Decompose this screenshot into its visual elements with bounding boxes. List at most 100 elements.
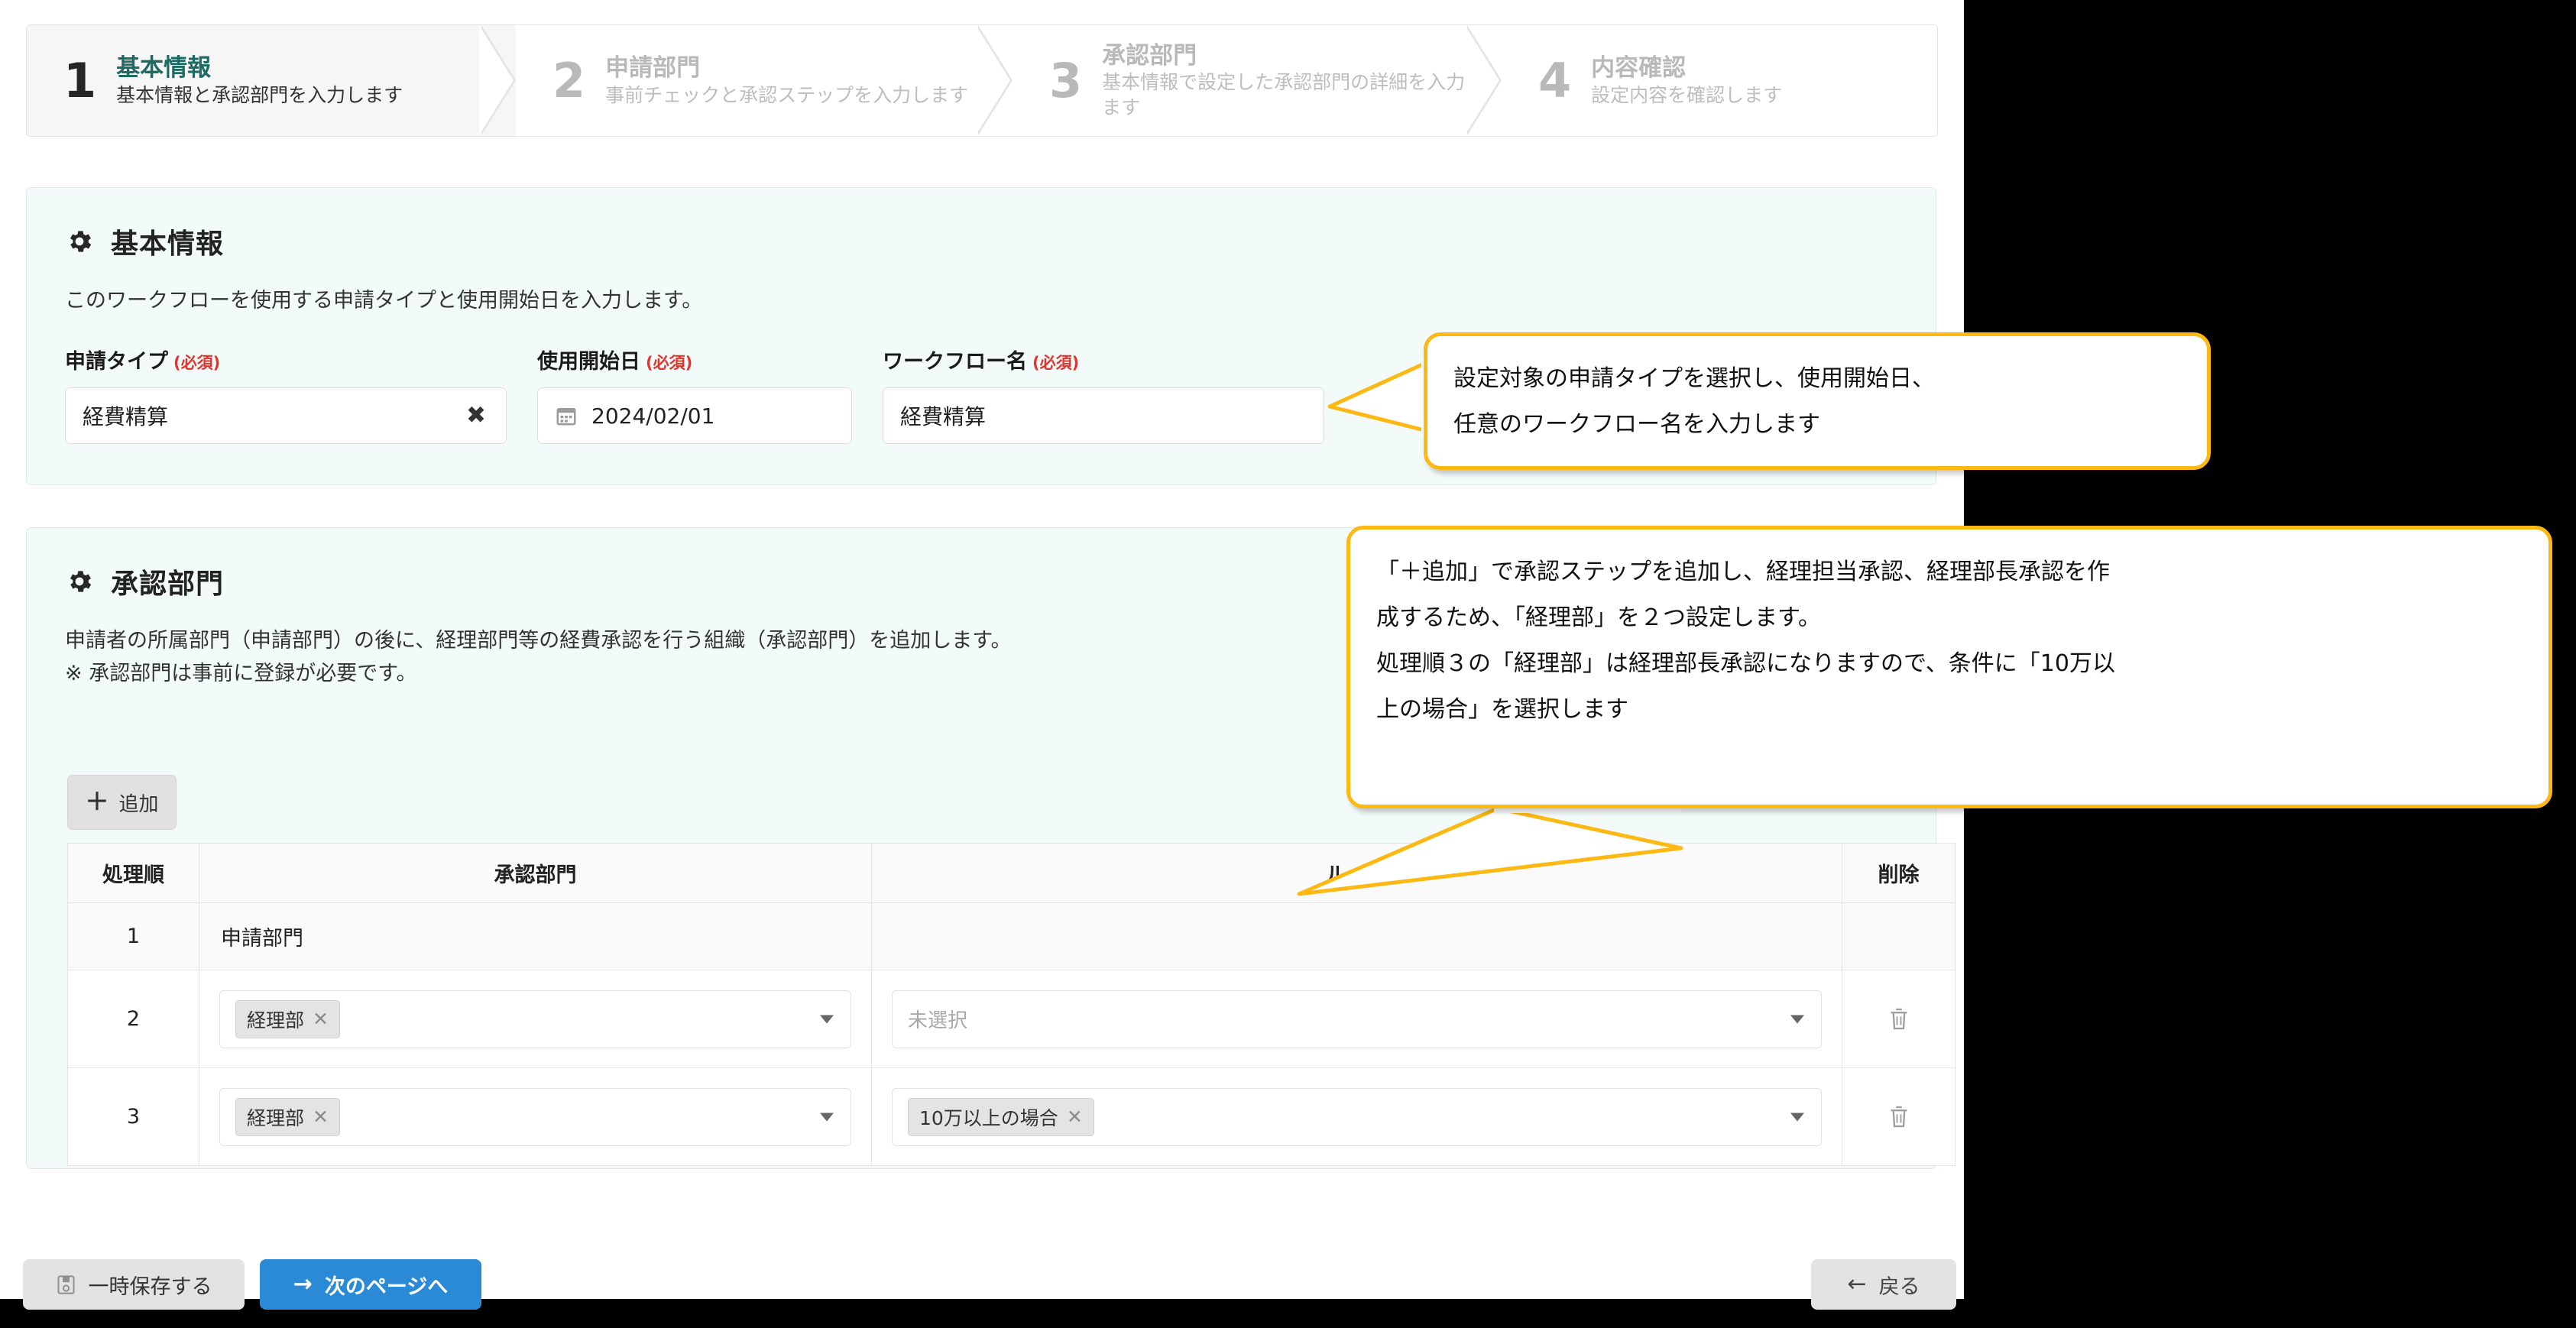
temporary-save-button[interactable]: 一時保存する (23, 1259, 245, 1310)
table-row: 2 経理部 ✕ 未選択 (67, 970, 1955, 1068)
stepper-step-3[interactable]: 3 承認部門 基本情報で設定した承認部門の詳細を入力します (1013, 25, 1502, 136)
plus-icon: ＋ (85, 788, 109, 816)
column-header-rule: ルール (871, 843, 1842, 903)
panel-title: 基本情報 (111, 228, 225, 260)
rule-select-row3[interactable]: 10万以上の場合 ✕ (892, 1087, 1822, 1146)
step-number: 1 (63, 52, 97, 109)
rule-tag-label: 10万以上の場合 (919, 1106, 1058, 1129)
callout-line: 設定対象の申請タイプを選択し、使用開始日、 (1453, 365, 1935, 392)
department-tag-label: 経理部 (247, 1009, 305, 1032)
department-tag: 経理部 ✕ (235, 999, 340, 1038)
arrow-left-icon: ← (1847, 1271, 1867, 1297)
field-label-text: 使用開始日 (537, 350, 640, 374)
step-description: 基本情報で設定した承認部門の詳細を入力します (1102, 71, 1485, 118)
callout-line: 上の場合」を選択します (1376, 696, 1628, 723)
table-header-row: 処理順 承認部門 ルール 削除 (67, 843, 1955, 903)
chevron-down-icon (1790, 1113, 1804, 1121)
calendar-icon (556, 408, 576, 426)
trash-icon[interactable] (1887, 1006, 1910, 1032)
department-tag-label: 経理部 (247, 1106, 305, 1129)
cell-delete (1842, 970, 1955, 1068)
required-marker: (必須) (173, 354, 221, 373)
add-approval-step-button[interactable]: ＋ 追加 (67, 775, 177, 830)
step-description: 基本情報と承認部門を入力します (116, 83, 403, 106)
table-row: 1 申請部門 (67, 902, 1955, 970)
step-number: 2 (552, 52, 586, 109)
field-workflow-name: ワークフロー名 (必須) 経費精算 (883, 345, 1341, 445)
step-title: 基本情報 (116, 53, 212, 82)
gear-icon (70, 231, 92, 252)
department-select-row2[interactable]: 経理部 ✕ (219, 990, 851, 1048)
gear-icon (70, 571, 92, 592)
remove-tag-icon[interactable]: ✕ (313, 1008, 329, 1030)
chevron-down-icon (820, 1015, 834, 1023)
step-chevron-divider (976, 25, 1013, 136)
cell-rule: 10万以上の場合 ✕ (871, 1067, 1842, 1166)
cell-delete (1842, 1067, 1955, 1166)
cell-rule: 未選択 (871, 970, 1842, 1068)
next-page-button[interactable]: → 次のページへ (260, 1259, 481, 1310)
next-page-label: 次のページへ (324, 1275, 449, 1299)
cell-order: 1 (67, 902, 199, 970)
column-header-order: 処理順 (67, 843, 199, 903)
field-label: 使用開始日 (必須) (537, 345, 883, 374)
field-start-date: 使用開始日 (必須) 2024/02/01 (537, 345, 883, 445)
stepper-step-4[interactable]: 4 内容確認 設定内容を確認します (1502, 25, 1934, 136)
callout-approval-steps: 「＋追加」で承認ステップを追加し、経理担当承認、経理部長承認を作 成するため、「… (1346, 526, 2552, 808)
step-description: 事前チェックと承認ステップを入力します (605, 83, 969, 106)
panel-title: 承認部門 (111, 568, 225, 600)
workflow-name-value: 経費精算 (900, 404, 987, 430)
step-number: 4 (1538, 52, 1572, 109)
start-date-input[interactable]: 2024/02/01 (537, 387, 852, 445)
clear-icon[interactable]: ✖ (466, 403, 486, 428)
wizard-stepper: 1 基本情報 基本情報と承認部門を入力します 2 申請部門 事前チェックと承認ス… (26, 24, 1938, 137)
column-header-department: 承認部門 (199, 843, 872, 903)
stepper-step-2[interactable]: 2 申請部門 事前チェックと承認ステップを入力します (516, 25, 1013, 136)
step-number: 3 (1049, 52, 1083, 109)
field-label: 申請タイプ (必須) (65, 345, 537, 374)
step-title: 承認部門 (1102, 41, 1197, 70)
field-application-type: 申請タイプ (必須) 経費精算 ✖ (65, 345, 537, 445)
rule-placeholder: 未選択 (908, 1009, 968, 1032)
required-marker: (必須) (1032, 354, 1080, 373)
start-date-value: 2024/02/01 (591, 403, 715, 429)
workflow-name-input[interactable]: 経費精算 (883, 387, 1324, 445)
step-chevron-divider (479, 25, 517, 136)
field-label: ワークフロー名 (必須) (883, 345, 1341, 374)
remove-tag-icon[interactable]: ✕ (313, 1106, 329, 1128)
step-description: 設定内容を確認します (1591, 83, 1783, 106)
back-button[interactable]: ← 戻る (1811, 1259, 1956, 1310)
callout-line: 任意のワークフロー名を入力します (1453, 411, 1820, 438)
cell-order: 2 (67, 970, 199, 1068)
basic-info-header: 基本情報 (27, 188, 1936, 261)
chevron-down-icon (820, 1113, 834, 1121)
trash-icon[interactable] (1887, 1104, 1910, 1130)
department-tag: 経理部 ✕ (235, 1097, 340, 1136)
table-row: 3 経理部 ✕ 10万以上の場合 ✕ (67, 1067, 1955, 1166)
basic-info-description: このワークフローを使用する申請タイプと使用開始日を入力します。 (65, 289, 703, 313)
step-title: 申請部門 (605, 53, 701, 82)
field-label-text: ワークフロー名 (883, 350, 1027, 374)
callout-line: 成するため、「経理部」を２つ設定します。 (1376, 604, 1821, 631)
rule-select-row2[interactable]: 未選択 (892, 990, 1822, 1048)
required-marker: (必須) (646, 354, 693, 373)
column-header-delete: 削除 (1842, 843, 1955, 903)
department-select-row3[interactable]: 経理部 ✕ (219, 1087, 851, 1146)
application-type-value: 経費精算 (83, 404, 169, 430)
callout-basic-info: 設定対象の申請タイプを選択し、使用開始日、 任意のワークフロー名を入力します (1424, 332, 2211, 470)
cell-department: 申請部門 (199, 902, 872, 970)
cell-delete (1842, 902, 1955, 970)
approval-steps-table: 処理順 承認部門 ルール 削除 1 申請部門 2 経理部 ✕ 未選択 3 経理部… (67, 843, 1955, 1166)
step-title: 内容確認 (1591, 53, 1687, 82)
back-label: 戻る (1878, 1275, 1920, 1299)
application-type-select[interactable]: 経費精算 ✖ (65, 387, 507, 445)
cell-department: 経理部 ✕ (199, 970, 872, 1068)
add-button-label: 追加 (118, 792, 159, 816)
cell-order: 3 (67, 1067, 199, 1166)
stepper-step-1[interactable]: 1 基本情報 基本情報と承認部門を入力します (27, 25, 516, 136)
remove-tag-icon[interactable]: ✕ (1067, 1106, 1083, 1128)
arrow-right-icon: → (293, 1271, 313, 1297)
cell-department: 経理部 ✕ (199, 1067, 872, 1166)
field-label-text: 申請タイプ (65, 350, 168, 374)
rule-tag: 10万以上の場合 ✕ (908, 1097, 1094, 1136)
